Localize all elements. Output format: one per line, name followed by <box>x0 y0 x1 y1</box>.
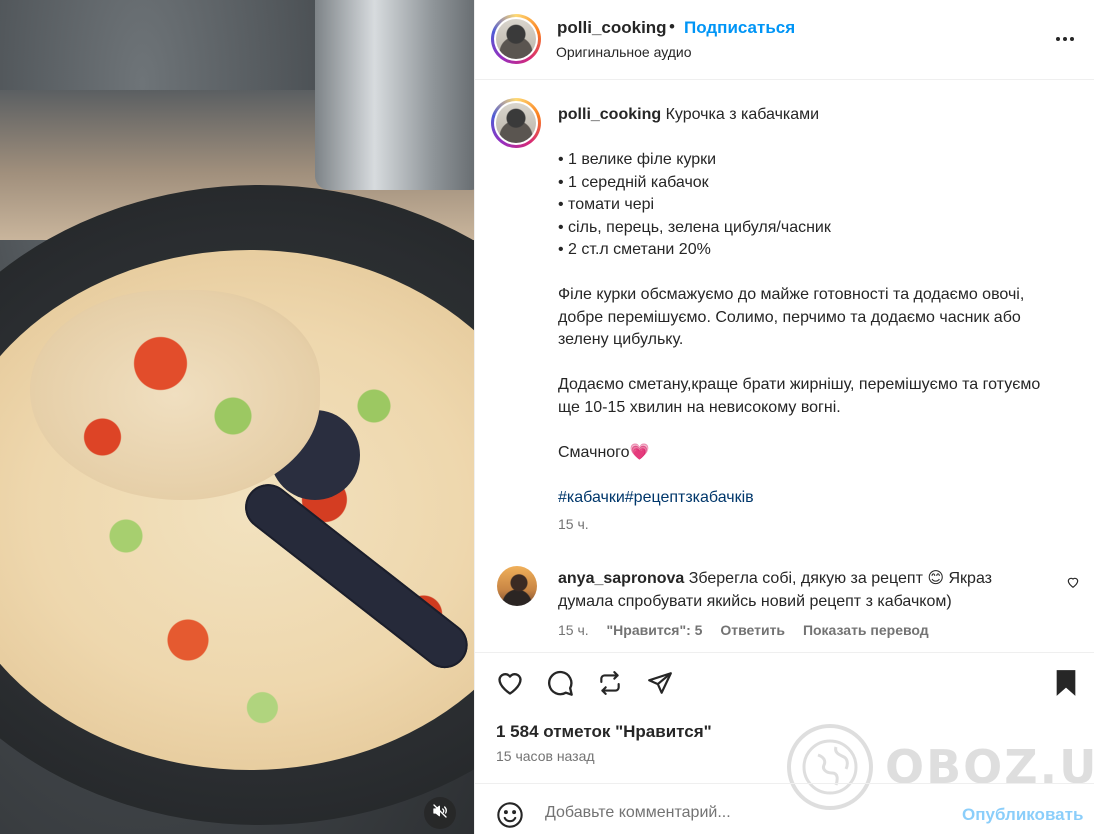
recipe-step-1: Філе курки обсмажуємо до майже готовност… <box>558 286 1025 348</box>
likes-count[interactable]: 1 584 отметок "Нравится" <box>496 722 712 742</box>
comment-body-part1: Зберегла собі, дякую за рецепт <box>688 570 923 587</box>
ingredient-item: • 1 середній кабачок <box>558 173 709 191</box>
more-options-button[interactable] <box>1053 26 1077 50</box>
comment-button[interactable] <box>545 670 575 700</box>
post-details-panel: polli_cooking • Подписаться Оригинальное… <box>474 0 1094 834</box>
share-icon <box>647 670 673 701</box>
commenter-avatar[interactable] <box>497 566 537 606</box>
action-bar <box>475 652 1094 714</box>
comment-likes-count[interactable]: "Нравится": 5 <box>607 622 703 638</box>
steel-pot <box>315 0 474 190</box>
comment-like-button[interactable] <box>1066 575 1082 591</box>
heart-outline-icon <box>1066 576 1080 593</box>
ingredient-item: • 1 велике філе курки <box>558 151 717 168</box>
publish-button[interactable]: Опубликовать <box>962 805 1083 825</box>
caption-title: Курочка з кабачками <box>665 106 820 123</box>
audio-link[interactable]: Оригинальное аудио <box>556 44 692 60</box>
recipe-step-2: Додаємо сметану,краще брати жирнішу, пер… <box>558 376 1041 416</box>
smiley-icon <box>496 802 524 833</box>
caption-author-avatar[interactable] <box>491 98 541 148</box>
show-translation-button[interactable]: Показать перевод <box>803 622 929 638</box>
pink-heart-emoji: 💗 <box>629 443 650 461</box>
ingredient-item: • сіль, перець, зелена цибуля/часник <box>558 218 831 236</box>
comment-composer: Опубликовать <box>475 783 1094 834</box>
post-date[interactable]: 15 часов назад <box>496 748 595 764</box>
post-media[interactable] <box>0 0 474 834</box>
share-button[interactable] <box>645 670 675 700</box>
ingredient-item: • 2 ст.л сметани 20% <box>558 241 711 258</box>
author-avatar[interactable] <box>491 14 541 64</box>
emoji-picker-button[interactable] <box>496 801 524 829</box>
caption-text: polli_cooking Курочка з кабачками • 1 ве… <box>558 104 1048 509</box>
smiling-emoji: 😊 <box>927 570 945 587</box>
hashtags-link[interactable]: #кабачки#рецептзкабачків <box>558 487 1048 510</box>
author-username[interactable]: polli_cooking <box>557 18 667 38</box>
comment-text: anya_sapronova Зберегла собі, дякую за р… <box>558 568 1038 613</box>
commenter-username[interactable]: anya_sapronova <box>558 570 684 587</box>
post-header: polli_cooking • Подписаться Оригинальное… <box>475 0 1094 80</box>
caption-timestamp[interactable]: 15 ч. <box>558 516 589 532</box>
speaker-muted-icon <box>432 803 448 824</box>
more-horizontal-icon <box>1055 29 1075 47</box>
follow-button[interactable]: Подписаться <box>684 18 795 38</box>
reply-button[interactable]: Ответить <box>720 622 785 638</box>
comment-meta: 15 ч. "Нравится": 5 Ответить Показать пе… <box>558 622 943 638</box>
mute-button[interactable] <box>424 797 456 829</box>
heart-icon <box>496 670 524 701</box>
ingredient-item: • томати чері <box>558 196 655 213</box>
caption-avatar-image <box>496 103 536 143</box>
comment-timestamp[interactable]: 15 ч. <box>558 622 589 638</box>
comment-icon <box>546 669 574 702</box>
comment-input[interactable] <box>545 796 935 830</box>
separator-dot: • <box>669 17 675 36</box>
save-button[interactable] <box>1051 669 1081 702</box>
author-avatar-image <box>496 19 536 59</box>
repost-button[interactable] <box>595 670 625 700</box>
repost-icon <box>597 670 623 701</box>
closing-text: Смачного <box>558 443 630 461</box>
bookmark-icon <box>1054 669 1078 702</box>
caption-username[interactable]: polli_cooking <box>558 106 661 123</box>
like-button[interactable] <box>495 670 525 700</box>
